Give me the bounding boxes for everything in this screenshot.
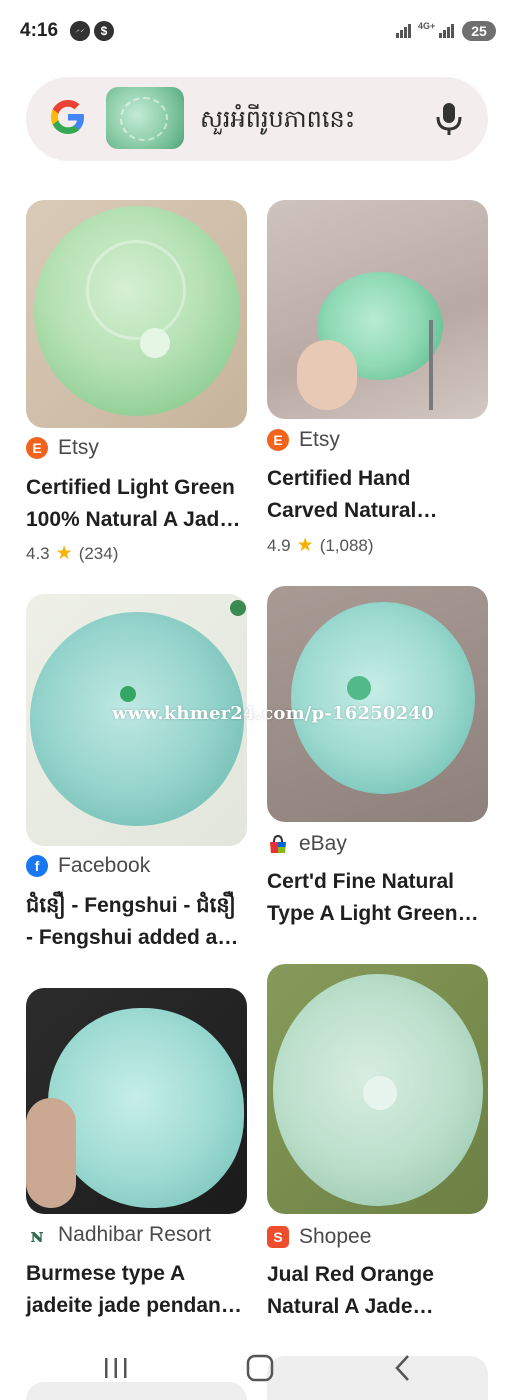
result-image[interactable] <box>267 964 488 1214</box>
network-type: 4G+ <box>418 21 436 31</box>
source-name: Etsy <box>299 428 340 451</box>
etsy-icon: E <box>26 437 48 459</box>
search-image-thumbnail[interactable] <box>106 87 184 149</box>
result-image[interactable] <box>26 200 247 428</box>
result-card[interactable]: S Shopee Jual Red Orange Natural A Jade… <box>267 964 488 1324</box>
dollar-notification-icon: $ <box>94 21 114 41</box>
result-source[interactable]: E Etsy <box>267 426 340 454</box>
etsy-icon: E <box>267 429 289 451</box>
signal-icon-2 <box>439 24 454 38</box>
result-title[interactable]: Certified Light Green 100% Natural A Jad… <box>26 472 256 536</box>
result-source[interactable]: ɴ Nadhibar Resort <box>26 1221 211 1249</box>
result-title[interactable]: Burmese type A jadeite jade pendan… <box>26 1258 256 1322</box>
lens-search-bar[interactable]: សួរអំពីរូបភាពនេះ <box>26 77 488 161</box>
result-card[interactable]: eBay Cert'd Fine Natural Type A Light Gr… <box>267 586 488 936</box>
search-query-text[interactable]: សួរអំពីរូបភាពនេះ <box>200 104 355 139</box>
star-icon: ★ <box>55 543 73 564</box>
result-card[interactable]: E Etsy Certified Hand Carved Natural… 4.… <box>267 200 488 570</box>
star-icon: ★ <box>296 535 314 556</box>
ebay-icon <box>267 833 289 855</box>
result-title[interactable]: Certified Hand Carved Natural… <box>267 463 497 527</box>
source-name: Shopee <box>299 1225 372 1248</box>
source-name: Etsy <box>58 436 99 459</box>
back-icon[interactable] <box>384 1348 424 1388</box>
status-bar: 4:16 $ 4G+ 25 <box>0 0 514 62</box>
battery-icon: 25 <box>462 21 496 41</box>
result-card[interactable]: ɴ Nadhibar Resort Burmese type A jadeite… <box>26 988 247 1328</box>
result-image[interactable] <box>26 988 247 1214</box>
result-rating: 4.9 ★ (1,088) <box>267 535 374 556</box>
system-nav-bar <box>0 1340 514 1400</box>
mic-icon[interactable] <box>434 101 464 137</box>
recent-apps-icon[interactable] <box>96 1348 136 1388</box>
result-source[interactable]: f Facebook <box>26 852 150 880</box>
result-image[interactable] <box>267 200 488 419</box>
watermark: www.khmer24.com/p-16250240 <box>112 703 434 724</box>
signal-icon <box>396 24 411 38</box>
facebook-icon: f <box>26 855 48 877</box>
status-time: 4:16 <box>20 20 59 41</box>
result-source[interactable]: eBay <box>267 830 347 858</box>
result-source[interactable]: S Shopee <box>267 1223 371 1251</box>
result-title[interactable]: ជំនឿ - Fengshui - ជំនឿ - Fengshui added … <box>26 890 256 954</box>
result-title[interactable]: Jual Red Orange Natural A Jade… <box>267 1259 497 1323</box>
source-name: Nadhibar Resort <box>58 1223 211 1246</box>
result-card[interactable]: E Etsy Certified Light Green 100% Natura… <box>26 200 247 580</box>
result-card[interactable]: f Facebook ជំនឿ - Fengshui - ជំនឿ - Feng… <box>26 594 247 954</box>
result-title[interactable]: Cert'd Fine Natural Type A Light Green… <box>267 866 497 930</box>
result-rating: 4.3 ★ (234) <box>26 543 119 564</box>
nadhibar-resort-icon: ɴ <box>29 1223 45 1247</box>
shopee-icon: S <box>267 1226 289 1248</box>
source-name: Facebook <box>58 854 151 877</box>
home-icon[interactable] <box>240 1348 280 1388</box>
source-name: eBay <box>299 832 347 855</box>
messenger-icon <box>70 21 90 41</box>
result-source[interactable]: E Etsy <box>26 434 99 462</box>
google-logo-icon[interactable] <box>48 97 88 137</box>
